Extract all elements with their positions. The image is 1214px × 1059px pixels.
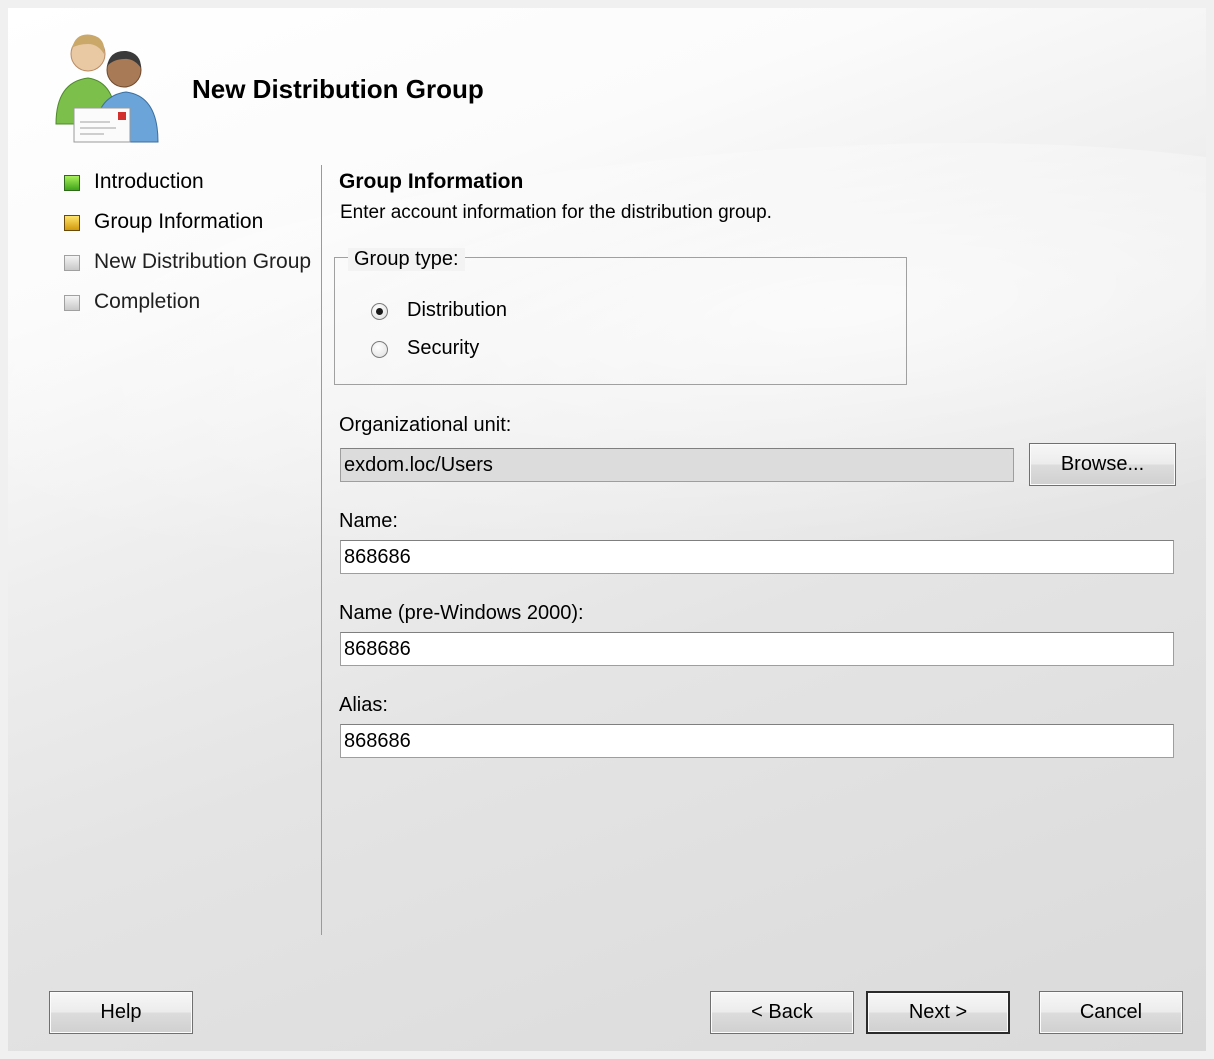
- group-type-legend: Group type:: [348, 248, 465, 271]
- step-label: Introduction: [94, 170, 204, 193]
- radio-unchecked-icon[interactable]: [371, 341, 388, 358]
- wizard-title: New Distribution Group: [192, 74, 484, 104]
- step-label: Completion: [94, 290, 201, 313]
- step-pending-icon: [64, 255, 80, 271]
- back-button[interactable]: < Back: [710, 991, 854, 1034]
- browse-button[interactable]: Browse...: [1029, 443, 1176, 486]
- step-done-icon: [64, 175, 80, 191]
- vertical-divider: [321, 165, 322, 935]
- step-label: Group Information: [94, 210, 264, 233]
- name-field[interactable]: [340, 540, 1174, 574]
- next-button[interactable]: Next >: [866, 991, 1010, 1034]
- alias-label: Alias:: [339, 694, 388, 716]
- pre2000-name-field[interactable]: [340, 632, 1174, 666]
- help-button[interactable]: Help: [49, 991, 193, 1034]
- pre2000-name-label: Name (pre-Windows 2000):: [339, 602, 584, 624]
- users-mail-icon: [55, 34, 159, 143]
- steps-list: Introduction Group Information New Distr…: [64, 168, 314, 328]
- step-current-icon: [64, 215, 80, 231]
- cancel-button[interactable]: Cancel: [1039, 991, 1183, 1034]
- step-label: New Distribution Group: [94, 250, 312, 273]
- section-description: Enter account information for the distri…: [340, 202, 772, 223]
- radio-checked-icon[interactable]: [371, 303, 388, 320]
- wizard-window: New Distribution Group: [8, 8, 1206, 1051]
- step-pending-icon: [64, 295, 80, 311]
- ou-field[interactable]: [340, 448, 1014, 482]
- alias-field[interactable]: [340, 724, 1174, 758]
- name-label: Name:: [339, 510, 398, 532]
- radio-label[interactable]: Distribution: [407, 299, 507, 322]
- ou-label: Organizational unit:: [339, 414, 512, 436]
- section-title: Group Information: [339, 170, 524, 193]
- radio-label[interactable]: Security: [407, 337, 479, 360]
